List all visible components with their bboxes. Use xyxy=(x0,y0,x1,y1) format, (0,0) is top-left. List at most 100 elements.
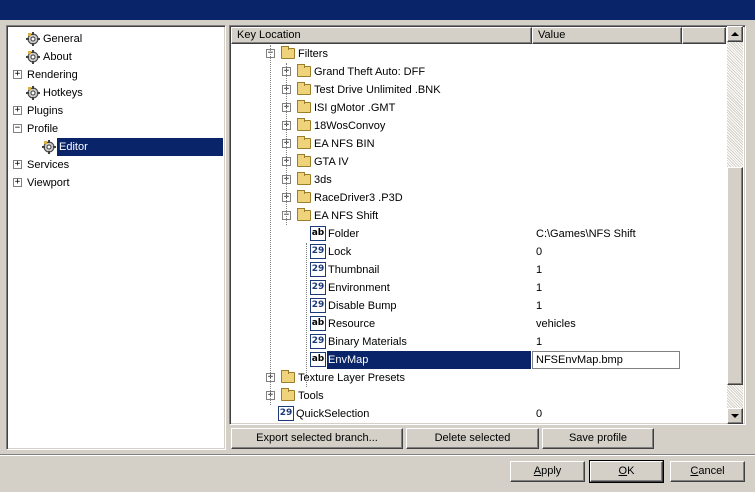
save-profile-button[interactable]: Save profile xyxy=(542,428,654,449)
grid-row[interactable]: − EA NFS Shift xyxy=(230,207,726,225)
nav-item-rendering[interactable]: + Rendering xyxy=(7,66,223,84)
tree-guide-line xyxy=(270,45,271,405)
key-label: EnvMap xyxy=(327,351,531,369)
number-value-icon: 29 xyxy=(310,298,326,313)
grid-row[interactable]: + Test Drive Unlimited .BNK xyxy=(230,81,726,99)
key-label: EA NFS Shift xyxy=(314,210,379,222)
grid-row[interactable]: 29 Lock 0 xyxy=(230,243,726,261)
grid-row[interactable]: 29 Thumbnail 1 xyxy=(230,261,726,279)
folder-icon xyxy=(297,154,311,167)
value-cell: 1 xyxy=(536,300,543,312)
apply-button[interactable]: Apply xyxy=(510,461,585,482)
nav-item-label: Plugins xyxy=(27,105,64,117)
cancel-button[interactable]: Cancel xyxy=(670,461,745,482)
number-value-icon: 29 xyxy=(310,280,326,295)
dialog-separator xyxy=(0,454,755,456)
column-header-key-location[interactable]: Key Location xyxy=(231,27,532,44)
value-cell: 1 xyxy=(536,264,543,276)
export-selected-branch-button[interactable]: Export selected branch... xyxy=(231,428,403,449)
key-label: QuickSelection xyxy=(296,408,370,420)
grid-row[interactable]: ab EnvMap NFSEnvMap.bmp xyxy=(230,351,726,369)
grid-row[interactable]: + Texture Layer Presets xyxy=(230,369,726,387)
column-header-filler xyxy=(682,27,726,44)
nav-item-general[interactable]: General xyxy=(7,30,223,48)
grid-row[interactable]: + GTA IV xyxy=(230,153,726,171)
folder-icon xyxy=(297,190,311,203)
grid-row[interactable]: 29 QuickSelection 0 xyxy=(230,405,726,423)
number-value-icon: 29 xyxy=(310,262,326,277)
folder-icon xyxy=(281,370,295,383)
string-value-icon: ab xyxy=(310,226,326,241)
grid-row[interactable]: + EA NFS BIN xyxy=(230,135,726,153)
nav-item-about[interactable]: About xyxy=(7,48,223,66)
string-value-icon: ab xyxy=(310,352,326,367)
key-label: Environment xyxy=(328,282,390,294)
key-value-grid[interactable]: Key Location Value − Filters + Grand Theft … xyxy=(229,25,746,425)
key-label: Tools xyxy=(298,390,324,402)
tree-guide-line xyxy=(306,243,307,387)
nav-item-label: General xyxy=(43,33,83,45)
grid-row[interactable]: + RaceDriver3 .P3D xyxy=(230,189,726,207)
number-value-icon: 29 xyxy=(310,244,326,259)
grid-vertical-scrollbar[interactable] xyxy=(727,26,743,424)
number-value-icon: 29 xyxy=(310,334,326,349)
grid-row[interactable]: 29 Disable Bump 1 xyxy=(230,297,726,315)
nav-item-label: Editor xyxy=(56,137,224,157)
key-label: Binary Materials xyxy=(328,336,407,348)
tree-guide-line xyxy=(286,63,287,225)
expand-icon[interactable]: + xyxy=(13,70,22,79)
expand-icon[interactable]: + xyxy=(13,178,22,187)
key-label: EA NFS BIN xyxy=(314,138,375,150)
column-header-value[interactable]: Value xyxy=(532,27,682,44)
nav-item-profile[interactable]: − Profile xyxy=(7,120,223,138)
expand-icon[interactable]: + xyxy=(13,160,22,169)
value-cell: 0 xyxy=(536,246,543,258)
key-label: RaceDriver3 .P3D xyxy=(314,192,403,204)
arrow-down-icon xyxy=(731,414,739,418)
value-edit-field[interactable]: NFSEnvMap.bmp xyxy=(532,351,680,369)
key-label: 3ds xyxy=(314,174,332,186)
folder-icon xyxy=(297,64,311,77)
grid-row[interactable]: 29 Binary Materials 1 xyxy=(230,333,726,351)
nav-item-plugins[interactable]: + Plugins xyxy=(7,102,223,120)
key-label: Grand Theft Auto: DFF xyxy=(314,66,426,78)
nav-item-label: Hotkeys xyxy=(43,87,83,99)
grid-row[interactable]: +18WosConvoy xyxy=(230,117,726,135)
nav-item-services[interactable]: + Services xyxy=(7,156,223,174)
value-cell: 0 xyxy=(536,408,543,420)
key-label: Texture Layer Presets xyxy=(298,372,405,384)
settings-nav-tree[interactable]: General About + Rendering Hotkeys + Plugins − Pr… xyxy=(6,25,226,450)
grid-row[interactable]: − Filters xyxy=(230,45,726,63)
grid-row[interactable]: 29 Environment 1 xyxy=(230,279,726,297)
ok-button[interactable]: OK xyxy=(589,460,664,483)
grid-row[interactable]: + ISI gMotor .GMT xyxy=(230,99,726,117)
number-value-icon: 29 xyxy=(278,406,294,421)
expand-icon[interactable]: + xyxy=(13,106,22,115)
delete-selected-button[interactable]: Delete selected xyxy=(406,428,539,449)
grid-row[interactable]: ab Folder C:\Games\NFS Shift xyxy=(230,225,726,243)
grid-row[interactable]: + Tools xyxy=(230,387,726,405)
scroll-up-button[interactable] xyxy=(727,26,743,42)
folder-icon xyxy=(297,208,311,221)
grid-row[interactable]: +3ds xyxy=(230,171,726,189)
nav-item-label: Rendering xyxy=(27,69,78,81)
value-cell: C:\Games\NFS Shift xyxy=(536,228,636,240)
folder-icon xyxy=(297,82,311,95)
folder-icon xyxy=(281,46,295,59)
grid-row[interactable]: + Grand Theft Auto: DFF xyxy=(230,63,726,81)
scroll-down-button[interactable] xyxy=(727,408,743,424)
key-label: GTA IV xyxy=(314,156,349,168)
nav-item-label: Viewport xyxy=(27,177,70,189)
arrow-up-icon xyxy=(731,32,739,36)
gear-icon xyxy=(25,31,41,47)
nav-item-hotkeys[interactable]: Hotkeys xyxy=(7,84,223,102)
nav-item-viewport[interactable]: + Viewport xyxy=(7,174,223,192)
nav-item-label: Services xyxy=(27,159,70,171)
grid-row[interactable]: ab Resource vehicles xyxy=(230,315,726,333)
folder-icon xyxy=(297,136,311,149)
collapse-icon[interactable]: − xyxy=(13,124,22,133)
nav-item-label: Profile xyxy=(27,123,59,135)
key-label: Disable Bump xyxy=(328,300,397,312)
nav-item-editor[interactable]: Editor xyxy=(7,137,224,157)
scroll-thumb[interactable] xyxy=(727,167,743,385)
